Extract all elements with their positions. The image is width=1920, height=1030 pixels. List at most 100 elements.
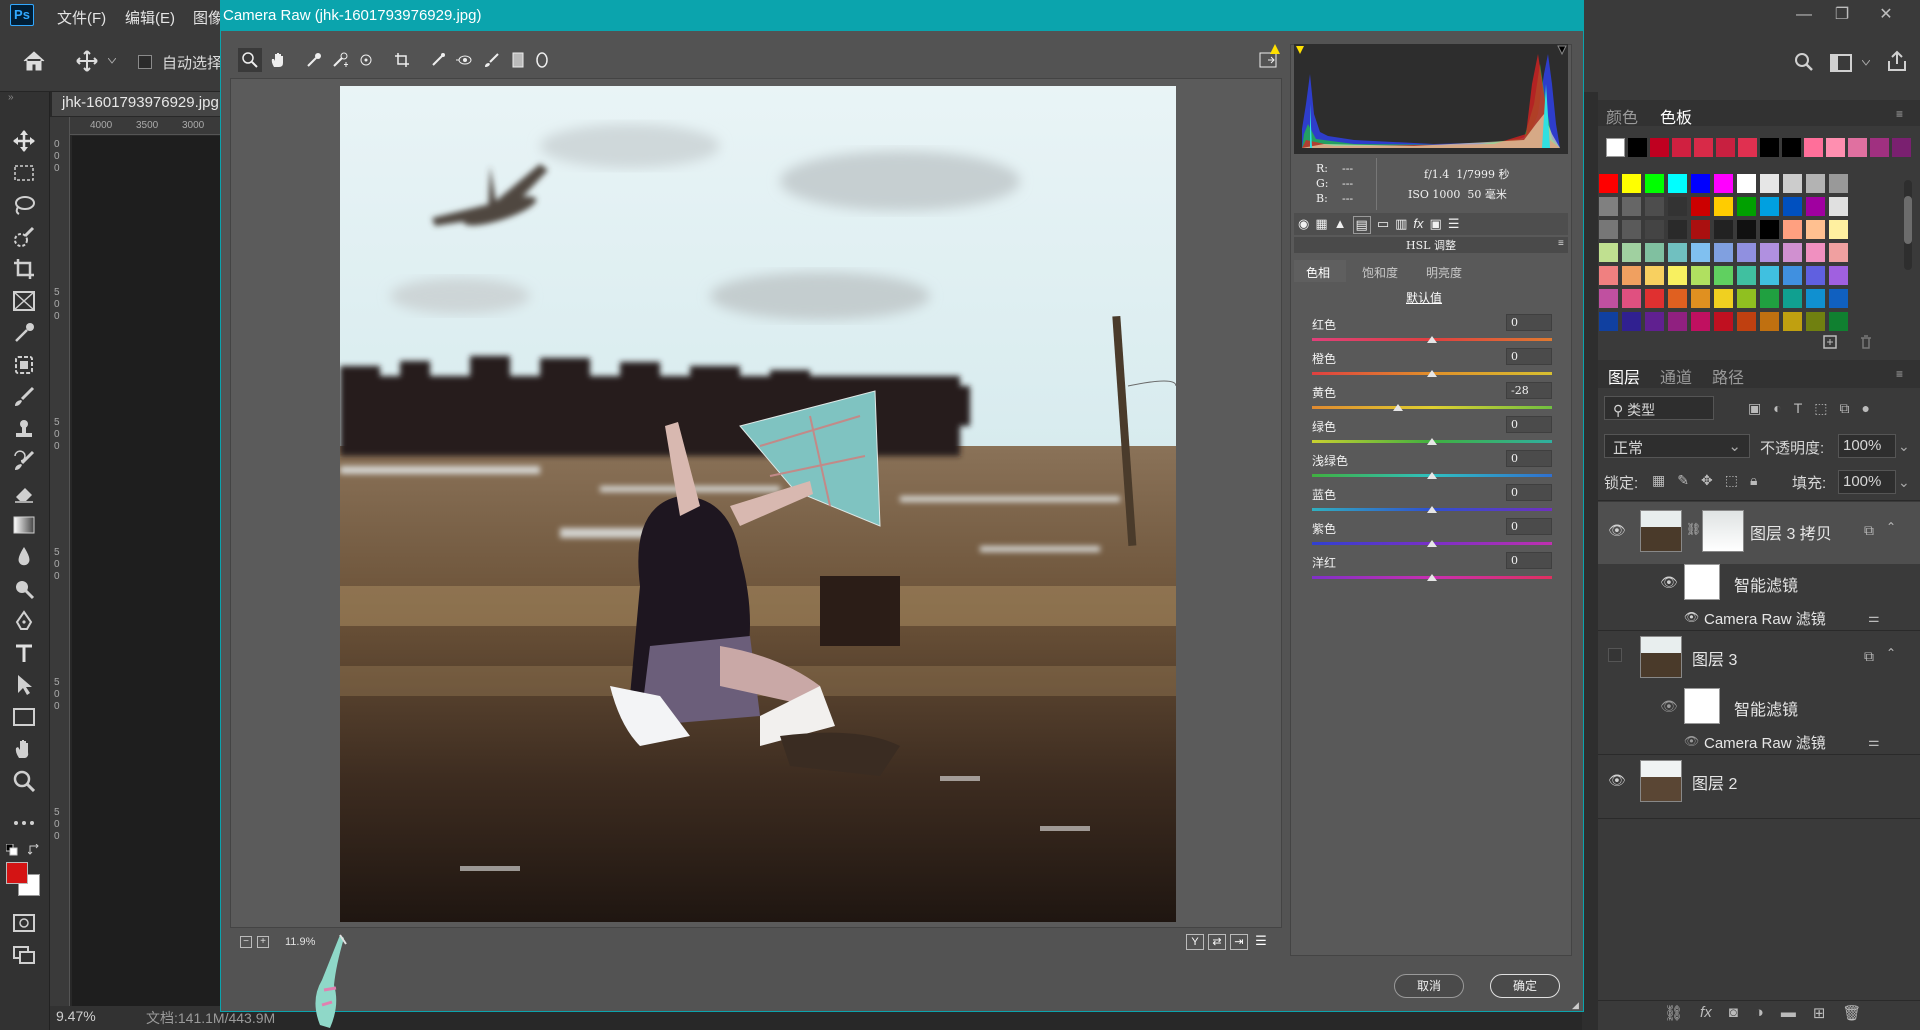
- swatch[interactable]: [1668, 197, 1687, 216]
- tab-layers[interactable]: 图层: [1608, 364, 1640, 388]
- presets-icon[interactable]: ☰: [1448, 216, 1460, 234]
- history-brush-icon[interactable]: [8, 446, 40, 476]
- new-swatch-icon[interactable]: [1822, 334, 1838, 350]
- menu-file[interactable]: 文件(F): [57, 7, 106, 28]
- pen-icon[interactable]: [8, 606, 40, 636]
- document-canvas[interactable]: [72, 136, 220, 1006]
- default-link[interactable]: 默认值: [1406, 289, 1442, 306]
- red-eye-icon[interactable]: [454, 50, 474, 70]
- adjustment-brush-icon[interactable]: [482, 50, 502, 70]
- share-icon[interactable]: [1886, 50, 1908, 72]
- link-icon[interactable]: ⛓︎: [1664, 1004, 1683, 1022]
- swatch[interactable]: [1691, 197, 1710, 216]
- swatch[interactable]: [1714, 220, 1733, 239]
- swatch[interactable]: [1714, 174, 1733, 193]
- swatch[interactable]: [1806, 266, 1825, 285]
- close-button[interactable]: ✕: [1866, 2, 1906, 28]
- tab-luminance[interactable]: 明亮度: [1426, 264, 1462, 281]
- swatch[interactable]: [1806, 289, 1825, 308]
- layer-name[interactable]: 图层 3 拷贝: [1750, 520, 1832, 544]
- lock-paint-icon[interactable]: ✎: [1677, 472, 1689, 489]
- hand-icon[interactable]: [268, 50, 288, 70]
- swatch[interactable]: [1599, 174, 1618, 193]
- delete-swatch-icon[interactable]: [1858, 334, 1874, 350]
- swatch[interactable]: [1848, 138, 1867, 157]
- collapse-icon[interactable]: ⌃: [1886, 520, 1896, 534]
- swatch[interactable]: [1599, 243, 1618, 262]
- panel-menu-icon[interactable]: ≡: [1558, 238, 1564, 249]
- zoom-in-button[interactable]: +: [257, 936, 269, 948]
- chevron-down-icon[interactable]: ⌄: [1898, 438, 1910, 455]
- healing-brush-icon[interactable]: [8, 350, 40, 380]
- home-icon[interactable]: [22, 50, 46, 72]
- slider-value-input[interactable]: 0: [1506, 552, 1552, 569]
- marquee-icon[interactable]: [8, 158, 40, 188]
- eye-icon[interactable]: 👁︎: [1660, 574, 1678, 591]
- swatch[interactable]: [1668, 243, 1687, 262]
- search-icon[interactable]: [1794, 52, 1814, 72]
- swatch[interactable]: [1691, 174, 1710, 193]
- swatch[interactable]: [1691, 220, 1710, 239]
- swatch[interactable]: [1760, 243, 1779, 262]
- more-tools-icon[interactable]: [8, 808, 40, 838]
- eye-icon[interactable]: 👁︎: [1660, 698, 1678, 715]
- quick-mask-icon[interactable]: [8, 908, 40, 938]
- swatch[interactable]: [1668, 220, 1687, 239]
- swatch[interactable]: [1737, 220, 1756, 239]
- slider-thumb[interactable]: [1427, 336, 1437, 343]
- swatch[interactable]: [1606, 138, 1625, 157]
- detail-icon[interactable]: ▲: [1334, 216, 1347, 234]
- swatch[interactable]: [1714, 266, 1733, 285]
- swatch[interactable]: [1806, 220, 1825, 239]
- swatch[interactable]: [1738, 138, 1757, 157]
- swatch[interactable]: [1760, 289, 1779, 308]
- slider-thumb[interactable]: [1427, 540, 1437, 547]
- swap-settings-icon[interactable]: ⇄: [1208, 934, 1226, 950]
- filter-mask-thumbnail[interactable]: [1684, 688, 1720, 724]
- swatch[interactable]: [1806, 174, 1825, 193]
- swatch[interactable]: [1760, 197, 1779, 216]
- tab-channels[interactable]: 通道: [1660, 364, 1692, 388]
- swatch[interactable]: [1737, 174, 1756, 193]
- swatch[interactable]: [1622, 197, 1641, 216]
- swatch[interactable]: [1804, 138, 1823, 157]
- type-filter-icon[interactable]: T: [1794, 400, 1803, 417]
- swatch[interactable]: [1829, 289, 1848, 308]
- autoselect-checkbox[interactable]: [138, 55, 152, 69]
- swatch[interactable]: [1672, 138, 1691, 157]
- swap-colors-icon[interactable]: [28, 844, 40, 856]
- swatch[interactable]: [1783, 220, 1802, 239]
- swatch[interactable]: [1829, 312, 1848, 331]
- swatch[interactable]: [1645, 289, 1664, 308]
- crop-icon[interactable]: [392, 50, 412, 70]
- swatch[interactable]: [1737, 312, 1756, 331]
- ok-button[interactable]: 确定: [1490, 974, 1560, 998]
- smart-filter-icon[interactable]: ⧉: [1840, 400, 1850, 417]
- swatch[interactable]: [1645, 174, 1664, 193]
- swatch[interactable]: [1783, 243, 1802, 262]
- swatch[interactable]: [1783, 266, 1802, 285]
- tone-curve-icon[interactable]: ▦: [1315, 216, 1327, 234]
- swatch[interactable]: [1829, 243, 1848, 262]
- adjustment-icon[interactable]: ◑: [1755, 1004, 1764, 1022]
- stamp-icon[interactable]: [8, 414, 40, 444]
- graduated-filter-icon[interactable]: [508, 50, 528, 70]
- swatch[interactable]: [1760, 312, 1779, 331]
- swatch[interactable]: [1599, 220, 1618, 239]
- filter-options-icon[interactable]: ⚌: [1868, 734, 1880, 750]
- swatch[interactable]: [1829, 266, 1848, 285]
- swatch[interactable]: [1760, 174, 1779, 193]
- swatch[interactable]: [1691, 266, 1710, 285]
- swatch[interactable]: [1783, 174, 1802, 193]
- path-select-icon[interactable]: [8, 670, 40, 700]
- slider-track[interactable]: [1312, 406, 1552, 409]
- tab-color[interactable]: 颜色: [1606, 104, 1638, 128]
- swatch-scrollbar[interactable]: [1904, 180, 1912, 270]
- folder-icon[interactable]: ▬: [1781, 1004, 1796, 1022]
- lock-transparent-icon[interactable]: ▦: [1652, 472, 1665, 489]
- swatch[interactable]: [1622, 243, 1641, 262]
- image-filter-icon[interactable]: ▣: [1748, 400, 1761, 417]
- swatch[interactable]: [1826, 138, 1845, 157]
- swatch[interactable]: [1599, 312, 1618, 331]
- cancel-button[interactable]: 取消: [1394, 974, 1464, 998]
